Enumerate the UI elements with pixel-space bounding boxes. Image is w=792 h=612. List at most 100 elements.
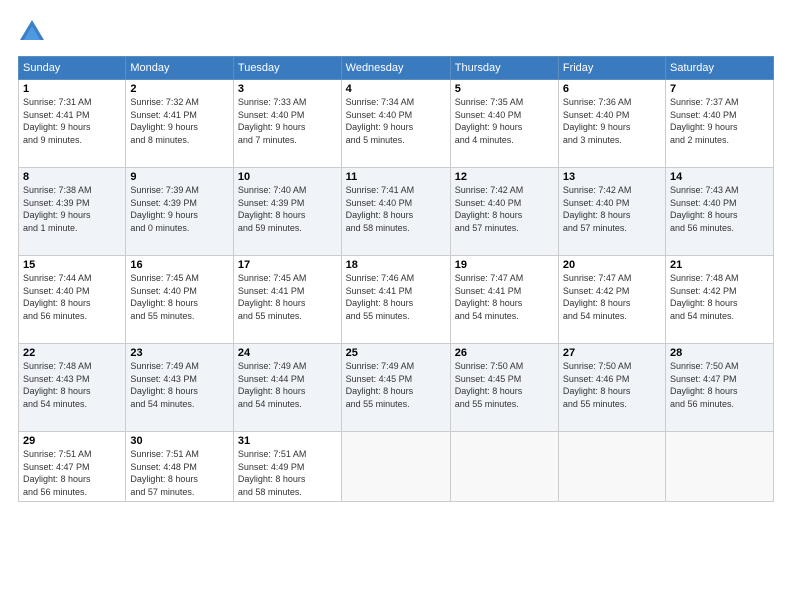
day-info: Sunrise: 7:50 AM Sunset: 4:46 PM Dayligh… xyxy=(563,360,661,410)
day-info: Sunrise: 7:48 AM Sunset: 4:42 PM Dayligh… xyxy=(670,272,769,322)
calendar-cell: 22Sunrise: 7:48 AM Sunset: 4:43 PM Dayli… xyxy=(19,344,126,432)
day-number: 11 xyxy=(346,171,446,183)
column-header-saturday: Saturday xyxy=(666,57,774,80)
calendar-header-row: SundayMondayTuesdayWednesdayThursdayFrid… xyxy=(19,57,774,80)
day-number: 28 xyxy=(670,347,769,359)
column-header-wednesday: Wednesday xyxy=(341,57,450,80)
calendar-cell: 7Sunrise: 7:37 AM Sunset: 4:40 PM Daylig… xyxy=(666,80,774,168)
calendar-cell: 27Sunrise: 7:50 AM Sunset: 4:46 PM Dayli… xyxy=(558,344,665,432)
calendar-cell: 15Sunrise: 7:44 AM Sunset: 4:40 PM Dayli… xyxy=(19,256,126,344)
day-number: 14 xyxy=(670,171,769,183)
day-number: 16 xyxy=(130,259,229,271)
day-number: 4 xyxy=(346,83,446,95)
day-info: Sunrise: 7:47 AM Sunset: 4:42 PM Dayligh… xyxy=(563,272,661,322)
day-number: 3 xyxy=(238,83,337,95)
calendar-cell: 30Sunrise: 7:51 AM Sunset: 4:48 PM Dayli… xyxy=(126,432,234,502)
calendar-cell xyxy=(558,432,665,502)
day-info: Sunrise: 7:31 AM Sunset: 4:41 PM Dayligh… xyxy=(23,96,121,146)
calendar-cell: 3Sunrise: 7:33 AM Sunset: 4:40 PM Daylig… xyxy=(233,80,341,168)
calendar-week-1: 1Sunrise: 7:31 AM Sunset: 4:41 PM Daylig… xyxy=(19,80,774,168)
logo-icon xyxy=(18,18,46,46)
day-number: 27 xyxy=(563,347,661,359)
calendar-cell: 5Sunrise: 7:35 AM Sunset: 4:40 PM Daylig… xyxy=(450,80,558,168)
calendar-cell: 16Sunrise: 7:45 AM Sunset: 4:40 PM Dayli… xyxy=(126,256,234,344)
day-number: 2 xyxy=(130,83,229,95)
day-number: 26 xyxy=(455,347,554,359)
day-number: 22 xyxy=(23,347,121,359)
column-header-friday: Friday xyxy=(558,57,665,80)
day-number: 17 xyxy=(238,259,337,271)
calendar-week-3: 15Sunrise: 7:44 AM Sunset: 4:40 PM Dayli… xyxy=(19,256,774,344)
day-number: 21 xyxy=(670,259,769,271)
day-number: 6 xyxy=(563,83,661,95)
day-info: Sunrise: 7:34 AM Sunset: 4:40 PM Dayligh… xyxy=(346,96,446,146)
day-info: Sunrise: 7:41 AM Sunset: 4:40 PM Dayligh… xyxy=(346,184,446,234)
day-number: 29 xyxy=(23,435,121,447)
calendar-cell: 21Sunrise: 7:48 AM Sunset: 4:42 PM Dayli… xyxy=(666,256,774,344)
calendar-cell: 13Sunrise: 7:42 AM Sunset: 4:40 PM Dayli… xyxy=(558,168,665,256)
header xyxy=(18,18,774,46)
day-number: 15 xyxy=(23,259,121,271)
calendar-cell: 2Sunrise: 7:32 AM Sunset: 4:41 PM Daylig… xyxy=(126,80,234,168)
calendar: SundayMondayTuesdayWednesdayThursdayFrid… xyxy=(18,56,774,502)
day-info: Sunrise: 7:42 AM Sunset: 4:40 PM Dayligh… xyxy=(455,184,554,234)
calendar-cell: 24Sunrise: 7:49 AM Sunset: 4:44 PM Dayli… xyxy=(233,344,341,432)
day-info: Sunrise: 7:38 AM Sunset: 4:39 PM Dayligh… xyxy=(23,184,121,234)
column-header-thursday: Thursday xyxy=(450,57,558,80)
day-number: 31 xyxy=(238,435,337,447)
day-number: 24 xyxy=(238,347,337,359)
column-header-monday: Monday xyxy=(126,57,234,80)
calendar-cell xyxy=(341,432,450,502)
day-info: Sunrise: 7:45 AM Sunset: 4:41 PM Dayligh… xyxy=(238,272,337,322)
calendar-cell: 23Sunrise: 7:49 AM Sunset: 4:43 PM Dayli… xyxy=(126,344,234,432)
calendar-cell: 4Sunrise: 7:34 AM Sunset: 4:40 PM Daylig… xyxy=(341,80,450,168)
calendar-cell: 20Sunrise: 7:47 AM Sunset: 4:42 PM Dayli… xyxy=(558,256,665,344)
calendar-week-5: 29Sunrise: 7:51 AM Sunset: 4:47 PM Dayli… xyxy=(19,432,774,502)
calendar-cell: 28Sunrise: 7:50 AM Sunset: 4:47 PM Dayli… xyxy=(666,344,774,432)
column-header-tuesday: Tuesday xyxy=(233,57,341,80)
calendar-cell: 8Sunrise: 7:38 AM Sunset: 4:39 PM Daylig… xyxy=(19,168,126,256)
day-info: Sunrise: 7:39 AM Sunset: 4:39 PM Dayligh… xyxy=(130,184,229,234)
page: SundayMondayTuesdayWednesdayThursdayFrid… xyxy=(0,0,792,612)
day-info: Sunrise: 7:51 AM Sunset: 4:47 PM Dayligh… xyxy=(23,448,121,498)
day-info: Sunrise: 7:35 AM Sunset: 4:40 PM Dayligh… xyxy=(455,96,554,146)
day-info: Sunrise: 7:44 AM Sunset: 4:40 PM Dayligh… xyxy=(23,272,121,322)
calendar-cell: 10Sunrise: 7:40 AM Sunset: 4:39 PM Dayli… xyxy=(233,168,341,256)
calendar-cell: 31Sunrise: 7:51 AM Sunset: 4:49 PM Dayli… xyxy=(233,432,341,502)
calendar-cell: 18Sunrise: 7:46 AM Sunset: 4:41 PM Dayli… xyxy=(341,256,450,344)
calendar-cell: 11Sunrise: 7:41 AM Sunset: 4:40 PM Dayli… xyxy=(341,168,450,256)
day-info: Sunrise: 7:36 AM Sunset: 4:40 PM Dayligh… xyxy=(563,96,661,146)
day-info: Sunrise: 7:49 AM Sunset: 4:44 PM Dayligh… xyxy=(238,360,337,410)
calendar-cell: 26Sunrise: 7:50 AM Sunset: 4:45 PM Dayli… xyxy=(450,344,558,432)
day-info: Sunrise: 7:51 AM Sunset: 4:48 PM Dayligh… xyxy=(130,448,229,498)
day-number: 19 xyxy=(455,259,554,271)
day-info: Sunrise: 7:49 AM Sunset: 4:43 PM Dayligh… xyxy=(130,360,229,410)
day-info: Sunrise: 7:49 AM Sunset: 4:45 PM Dayligh… xyxy=(346,360,446,410)
day-info: Sunrise: 7:47 AM Sunset: 4:41 PM Dayligh… xyxy=(455,272,554,322)
day-info: Sunrise: 7:33 AM Sunset: 4:40 PM Dayligh… xyxy=(238,96,337,146)
day-number: 1 xyxy=(23,83,121,95)
day-number: 12 xyxy=(455,171,554,183)
day-info: Sunrise: 7:50 AM Sunset: 4:47 PM Dayligh… xyxy=(670,360,769,410)
day-number: 18 xyxy=(346,259,446,271)
day-info: Sunrise: 7:40 AM Sunset: 4:39 PM Dayligh… xyxy=(238,184,337,234)
calendar-week-2: 8Sunrise: 7:38 AM Sunset: 4:39 PM Daylig… xyxy=(19,168,774,256)
day-info: Sunrise: 7:50 AM Sunset: 4:45 PM Dayligh… xyxy=(455,360,554,410)
day-info: Sunrise: 7:42 AM Sunset: 4:40 PM Dayligh… xyxy=(563,184,661,234)
calendar-cell: 12Sunrise: 7:42 AM Sunset: 4:40 PM Dayli… xyxy=(450,168,558,256)
day-number: 8 xyxy=(23,171,121,183)
day-info: Sunrise: 7:37 AM Sunset: 4:40 PM Dayligh… xyxy=(670,96,769,146)
calendar-cell: 14Sunrise: 7:43 AM Sunset: 4:40 PM Dayli… xyxy=(666,168,774,256)
day-info: Sunrise: 7:48 AM Sunset: 4:43 PM Dayligh… xyxy=(23,360,121,410)
calendar-cell: 17Sunrise: 7:45 AM Sunset: 4:41 PM Dayli… xyxy=(233,256,341,344)
calendar-cell: 6Sunrise: 7:36 AM Sunset: 4:40 PM Daylig… xyxy=(558,80,665,168)
day-info: Sunrise: 7:45 AM Sunset: 4:40 PM Dayligh… xyxy=(130,272,229,322)
day-info: Sunrise: 7:46 AM Sunset: 4:41 PM Dayligh… xyxy=(346,272,446,322)
calendar-cell xyxy=(450,432,558,502)
calendar-cell: 19Sunrise: 7:47 AM Sunset: 4:41 PM Dayli… xyxy=(450,256,558,344)
day-number: 7 xyxy=(670,83,769,95)
day-number: 13 xyxy=(563,171,661,183)
calendar-cell: 29Sunrise: 7:51 AM Sunset: 4:47 PM Dayli… xyxy=(19,432,126,502)
calendar-cell xyxy=(666,432,774,502)
day-info: Sunrise: 7:32 AM Sunset: 4:41 PM Dayligh… xyxy=(130,96,229,146)
